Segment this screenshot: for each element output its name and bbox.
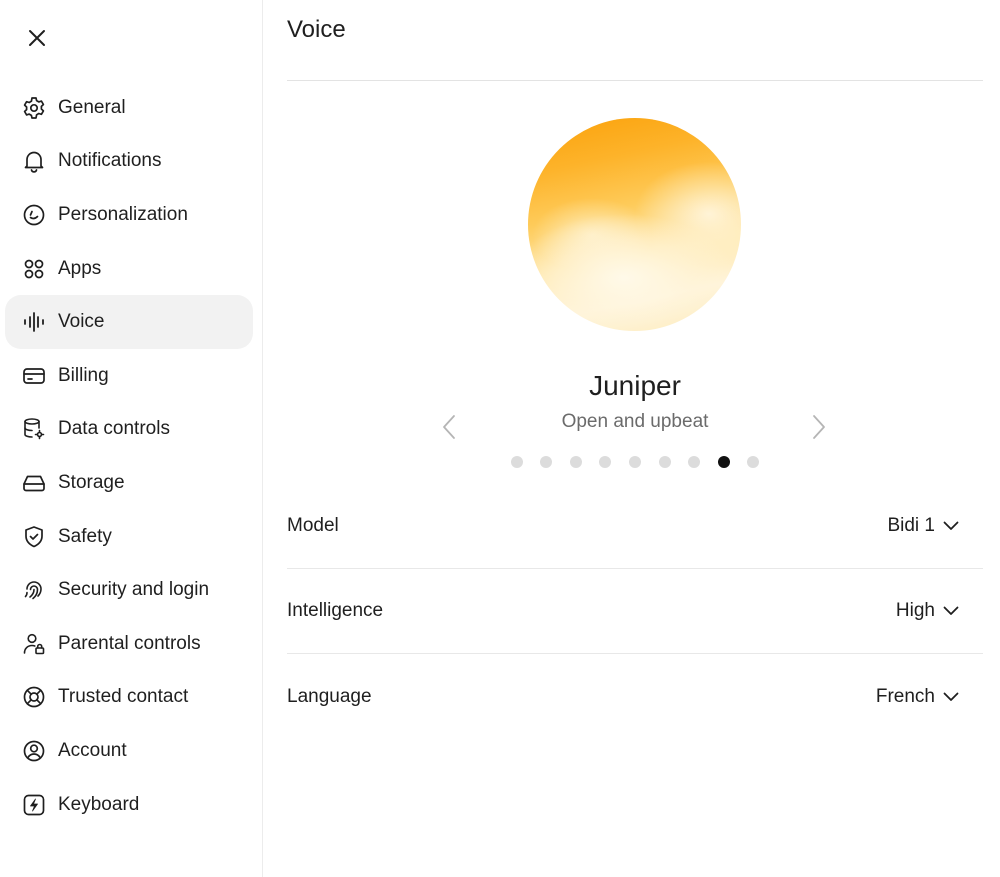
setting-row-model: Model Bidi 1 xyxy=(287,484,983,569)
credit-card-icon xyxy=(21,363,47,389)
sidebar-item-label: Safety xyxy=(58,525,112,547)
sidebar-item-trusted-contact[interactable]: Trusted contact xyxy=(5,671,253,725)
chevron-right-icon xyxy=(813,415,825,439)
sidebar: General Notifications Personalization Ap… xyxy=(0,0,263,877)
setting-row-intelligence: Intelligence High xyxy=(287,569,983,654)
voice-pagination-dots xyxy=(287,456,983,468)
user-circle-icon xyxy=(21,738,47,764)
voice-settings-list: Model Bidi 1 Intelligence High Language … xyxy=(287,484,983,739)
pagination-dot[interactable] xyxy=(658,456,671,468)
sidebar-item-label: Account xyxy=(58,739,127,761)
pagination-dot[interactable] xyxy=(747,456,760,468)
sidebar-item-label: Billing xyxy=(58,364,109,386)
setting-value: French xyxy=(875,685,935,707)
pagination-dot[interactable] xyxy=(540,456,553,468)
sidebar-nav: General Notifications Personalization Ap… xyxy=(5,81,253,831)
fingerprint-icon xyxy=(21,577,47,603)
sidebar-item-parental-controls[interactable]: Parental controls xyxy=(5,617,253,671)
sidebar-item-security-and-login[interactable]: Security and login xyxy=(5,563,253,617)
previous-voice-button[interactable] xyxy=(437,412,461,442)
model-dropdown[interactable]: Bidi 1 xyxy=(887,515,983,537)
shield-check-icon xyxy=(21,524,47,550)
lifebuoy-icon xyxy=(21,684,47,710)
next-voice-button[interactable] xyxy=(807,412,831,442)
sidebar-item-billing[interactable]: Billing xyxy=(5,349,253,403)
sidebar-item-label: Voice xyxy=(58,311,105,333)
sidebar-item-label: Parental controls xyxy=(58,632,201,654)
database-gear-icon xyxy=(21,416,47,442)
chevron-left-icon xyxy=(443,415,455,439)
sidebar-item-voice[interactable]: Voice xyxy=(5,295,253,349)
chevron-down-icon xyxy=(943,602,961,620)
close-icon xyxy=(29,30,45,46)
voice-name: Juniper xyxy=(589,370,681,401)
pagination-dot[interactable] xyxy=(688,456,701,468)
sidebar-item-label: Personalization xyxy=(58,203,188,225)
chevron-down-icon xyxy=(943,688,961,706)
close-button[interactable] xyxy=(22,23,52,53)
bell-icon xyxy=(21,148,47,174)
sidebar-item-personalization[interactable]: Personalization xyxy=(5,188,253,242)
pagination-dot[interactable] xyxy=(510,456,523,468)
pagination-dot[interactable] xyxy=(569,456,582,468)
sidebar-item-label: Data controls xyxy=(58,418,170,440)
setting-label: Language xyxy=(287,685,372,707)
setting-label: Model xyxy=(287,515,339,536)
person-lock-icon xyxy=(21,631,47,657)
chevron-down-icon xyxy=(943,517,961,535)
smile-circle-icon xyxy=(21,202,47,228)
pagination-dot[interactable] xyxy=(629,456,641,468)
sidebar-item-label: Keyboard xyxy=(58,793,140,815)
apps-grid-icon xyxy=(21,256,47,282)
intelligence-dropdown[interactable]: High xyxy=(896,600,983,622)
sidebar-item-label: Trusted contact xyxy=(58,686,189,708)
page-title: Voice xyxy=(287,16,346,43)
sidebar-item-account[interactable]: Account xyxy=(5,724,253,778)
pagination-dot[interactable] xyxy=(717,456,730,468)
gear-icon xyxy=(21,95,47,121)
voice-orb xyxy=(528,118,741,331)
sidebar-item-storage[interactable]: Storage xyxy=(5,456,253,510)
main-panel: Voice Juniper Open and upbeat Model Bidi… xyxy=(287,0,983,877)
sidebar-item-label: Apps xyxy=(58,257,102,279)
sidebar-item-keyboard[interactable]: Keyboard xyxy=(5,778,253,832)
keyboard-bolt-icon xyxy=(21,792,47,818)
sidebar-item-label: Notifications xyxy=(58,150,162,172)
pagination-dot[interactable] xyxy=(599,456,612,468)
sidebar-item-data-controls[interactable]: Data controls xyxy=(5,403,253,457)
sidebar-item-label: Storage xyxy=(58,471,125,493)
voice-wave-icon xyxy=(21,309,47,335)
settings-window: General Notifications Personalization Ap… xyxy=(0,0,1000,877)
sidebar-item-label: General xyxy=(58,96,126,118)
language-dropdown[interactable]: French xyxy=(876,686,983,708)
sidebar-item-notifications[interactable]: Notifications xyxy=(5,135,253,189)
voice-description: Open and upbeat xyxy=(561,411,709,432)
title-divider xyxy=(287,80,983,81)
setting-value: Bidi 1 xyxy=(887,515,935,536)
sidebar-item-label: Security and login xyxy=(58,579,210,601)
sidebar-item-general[interactable]: General xyxy=(5,81,253,135)
sidebar-item-apps[interactable]: Apps xyxy=(5,242,253,296)
setting-row-language: Language French xyxy=(287,654,983,739)
sidebar-item-safety[interactable]: Safety xyxy=(5,510,253,564)
setting-value: High xyxy=(895,600,935,621)
storage-drive-icon xyxy=(21,470,47,496)
setting-label: Intelligence xyxy=(287,600,384,621)
